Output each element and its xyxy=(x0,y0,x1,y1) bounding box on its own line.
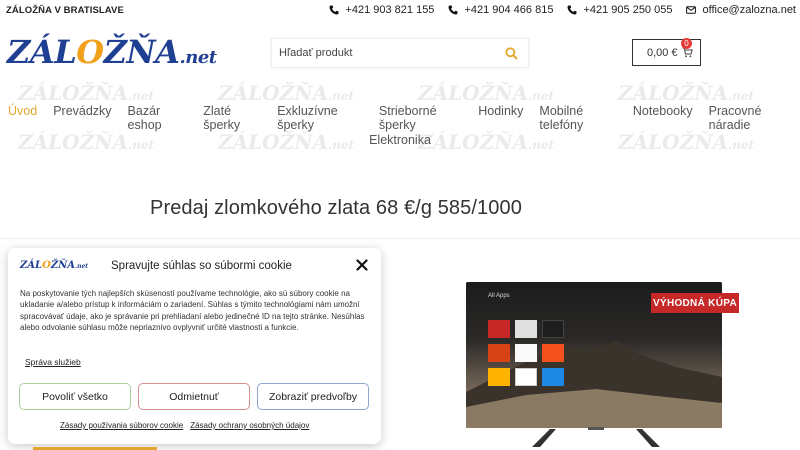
contact-phone-2[interactable]: +421 904 466 815 xyxy=(448,4,553,16)
section-divider xyxy=(0,238,800,239)
phone-number: +421 904 466 815 xyxy=(464,4,554,16)
deny-button[interactable]: Odmietnuť xyxy=(138,383,250,410)
logo-watermark: ZÁLOŽŇA.net xyxy=(418,81,555,105)
nav-item-exkluzivne-sperky[interactable]: Exkluzívne šperky xyxy=(269,104,371,132)
mail-icon xyxy=(686,6,697,14)
logo-text-part: ŽŇA xyxy=(50,260,76,271)
logo-watermark: ZÁLOŽŇA.net xyxy=(18,81,155,105)
cookie-description: Na poskytovanie tých najlepších skúsenos… xyxy=(20,289,365,332)
phone-icon xyxy=(567,5,577,15)
manage-services-link[interactable]: Správa služieb xyxy=(25,357,81,367)
cookie-logo: ZÁLOŽŇA.net xyxy=(20,260,88,271)
main-nav: Úvod Prevádzky Bazár eshop Zlaté šperky … xyxy=(0,104,800,132)
close-icon[interactable] xyxy=(356,259,368,271)
logo-text-net: .net xyxy=(75,263,89,270)
logo-text-part: ZÁL xyxy=(7,33,77,71)
contact-phone-1[interactable]: +421 903 821 155 xyxy=(329,4,434,16)
accept-all-button[interactable]: Povoliť všetko xyxy=(19,383,131,410)
page-headline: Predaj zlomkového zlata 68 €/g 585/1000 xyxy=(150,197,522,219)
contact-phone-3[interactable]: +421 905 250 055 xyxy=(567,4,672,16)
contact-email[interactable]: office@zalozna.net xyxy=(686,4,796,16)
nav-item-mobilne-telefony[interactable]: Mobilné telefóny xyxy=(531,104,624,132)
product-search[interactable] xyxy=(271,38,529,68)
cart-count-badge: 0 xyxy=(681,38,692,49)
app-tile xyxy=(515,368,537,386)
nav-item-elektronika[interactable]: Elektronika xyxy=(369,133,431,147)
top-bar: ZÁLOŽŇA V BRATISLAVE +421 903 821 155 +4… xyxy=(0,0,800,22)
search-input[interactable] xyxy=(279,47,499,59)
main-navigation-area: ZÁLOŽŇA.net ZÁLOŽŇA.net ZÁLOŽŇA.net ZÁLOŽŇA… xyxy=(0,75,800,175)
cookie-consent-dialog: ZÁLOŽŇA.net Spravujte súhlas so súbormi … xyxy=(8,248,381,444)
logo-text-part: ZÁL xyxy=(20,260,43,271)
nav-item-bazar-eshop[interactable]: Bazár eshop xyxy=(120,104,196,132)
site-logo[interactable]: ZÁLOŽŇA.net xyxy=(7,36,217,68)
app-tile xyxy=(542,368,564,386)
tv-stand xyxy=(532,427,660,447)
cookie-title: Spravujte súhlas so súbormi cookie xyxy=(111,260,292,272)
nav-item-strieborne-sperky[interactable]: Strieborné šperky xyxy=(371,104,470,132)
phone-number: +421 905 250 055 xyxy=(583,4,673,16)
main-nav-row-2: Elektronika xyxy=(0,133,800,147)
app-tile xyxy=(488,344,510,362)
nav-item-notebooky[interactable]: Notebooky xyxy=(625,104,701,132)
tv-all-apps-label: All Apps xyxy=(488,293,510,299)
cart-total: 0,00 € xyxy=(647,46,678,59)
app-tile xyxy=(542,344,564,362)
contact-list: +421 903 821 155 +421 904 466 815 +421 9… xyxy=(329,4,796,16)
logo-text-part: ŽŇA xyxy=(103,33,180,71)
cart-button[interactable]: 0,00 € 0 xyxy=(632,38,701,66)
logo-text-net: .net xyxy=(179,47,218,68)
app-tile xyxy=(515,320,537,338)
nav-item-pracovne-naradie[interactable]: Pracovné náradie xyxy=(701,104,800,132)
logo-watermark: ZÁLOŽŇA.net xyxy=(618,81,755,105)
logo-watermark: ZÁLOŽŇA.net xyxy=(218,81,355,105)
privacy-policy-link[interactable]: Zásady ochrany osobných údajov xyxy=(190,421,309,430)
logo-text-o: O xyxy=(42,260,51,271)
brand-label: ZÁLOŽŇA V BRATISLAVE xyxy=(6,5,124,16)
app-tile xyxy=(488,320,510,338)
phone-number: +421 903 821 155 xyxy=(345,4,435,16)
nav-item-hodinky[interactable]: Hodinky xyxy=(470,104,531,132)
email-address: office@zalozna.net xyxy=(702,4,796,16)
app-tile xyxy=(515,344,537,362)
app-tile xyxy=(542,320,564,338)
cookie-policy-link[interactable]: Zásady používania súborov cookie xyxy=(60,421,183,430)
logo-text-o: O xyxy=(76,33,104,71)
nav-item-prevadzky[interactable]: Prevádzky xyxy=(45,104,119,132)
nav-item-zlate-sperky[interactable]: Zlaté šperky xyxy=(195,104,269,132)
view-preferences-button[interactable]: Zobraziť predvoľby xyxy=(257,383,369,410)
deal-badge: VÝHODNÁ KÚPA xyxy=(651,293,739,313)
phone-icon xyxy=(448,5,458,15)
phone-icon xyxy=(329,5,339,15)
app-tile xyxy=(488,368,510,386)
search-icon[interactable] xyxy=(505,47,518,60)
nav-item-uvod[interactable]: Úvod xyxy=(0,104,45,132)
cookie-footer-links: Zásady používania súborov cookie Zásady … xyxy=(60,421,309,430)
